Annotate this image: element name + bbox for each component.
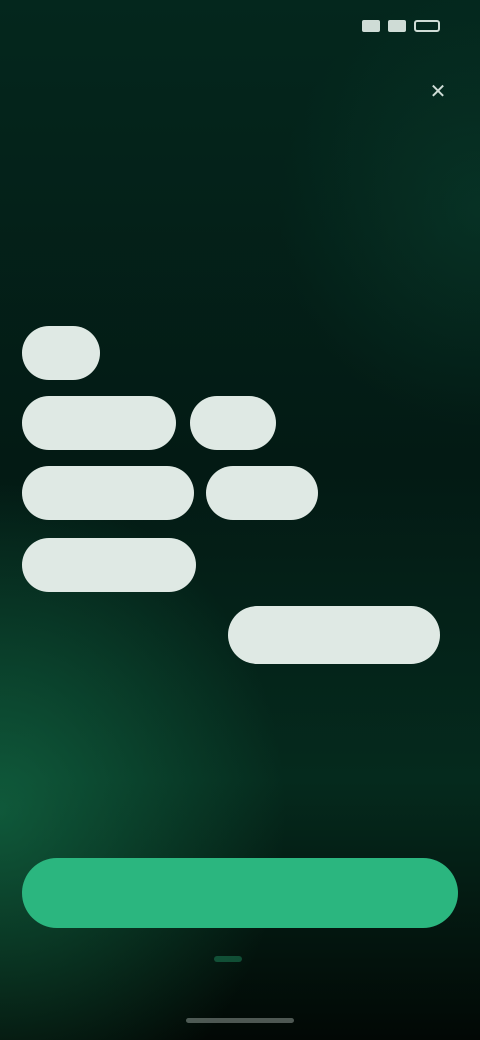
option-chip[interactable] (206, 466, 318, 520)
status-bar (0, 0, 480, 60)
option-chip[interactable] (288, 396, 434, 450)
option-chip[interactable] (222, 326, 352, 380)
continue-button[interactable] (22, 858, 458, 928)
option-chip[interactable] (22, 326, 100, 380)
option-chip[interactable] (210, 538, 330, 592)
option-chip[interactable] (22, 680, 110, 734)
option-chip[interactable] (22, 396, 176, 450)
option-chip[interactable] (22, 538, 196, 592)
option-chip[interactable] (22, 466, 194, 520)
status-icons (362, 20, 440, 32)
close-icon[interactable]: ✕ (424, 78, 452, 106)
wifi-icon (388, 20, 406, 32)
option-chip[interactable] (110, 326, 210, 380)
option-chip[interactable] (22, 608, 218, 662)
page-indicator (214, 956, 242, 962)
signal-icon (362, 20, 380, 32)
battery-icon (414, 20, 440, 32)
home-indicator (186, 1018, 294, 1023)
option-chip[interactable] (190, 396, 276, 450)
option-chip[interactable] (228, 606, 440, 664)
